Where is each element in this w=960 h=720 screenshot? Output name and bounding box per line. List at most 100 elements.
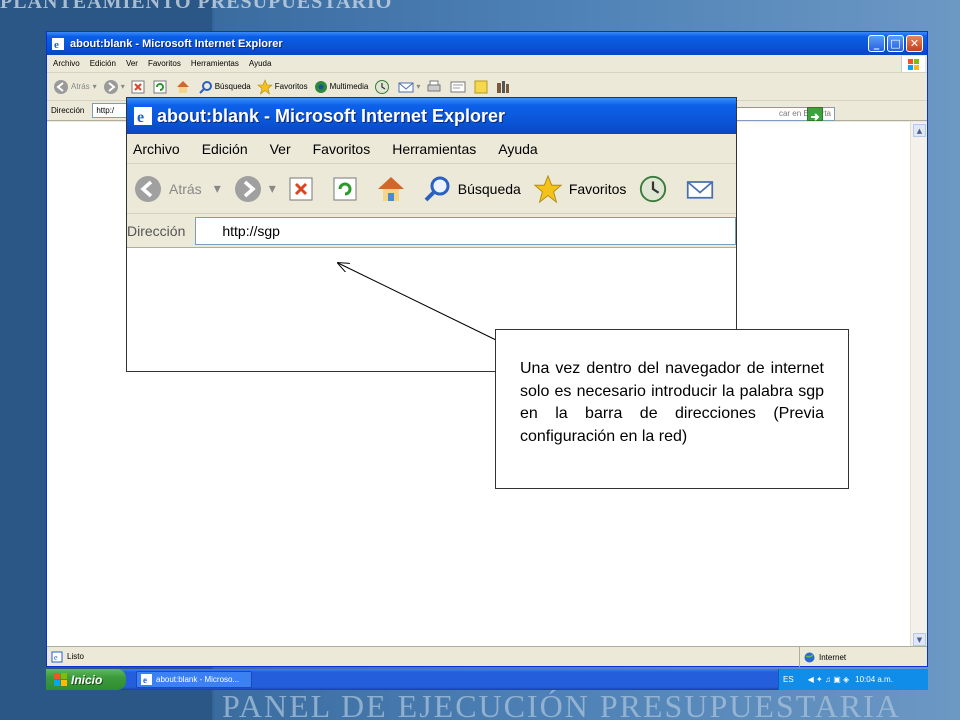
zoom-menu-ayuda[interactable]: Ayuda [498, 141, 537, 157]
close-button[interactable]: ✕ [906, 35, 923, 52]
zoom-home-button[interactable] [376, 175, 412, 203]
zoom-mail-button[interactable] [686, 176, 720, 202]
zoom-back-button[interactable]: Atrás ▾ [133, 174, 221, 204]
zoom-history-icon [640, 175, 667, 202]
menu-bar: Archivo Edición Ver Favoritos Herramient… [47, 55, 927, 73]
back-button[interactable]: Atrás ▾ [53, 79, 97, 95]
zoom-menu-herramientas[interactable]: Herramientas [392, 141, 476, 157]
edit-icon [450, 81, 466, 92]
status-text: Listo [67, 652, 84, 661]
menu-favoritos[interactable]: Favoritos [148, 59, 181, 68]
system-tray: ES ◀ ✦ ♫ ▣ ◈ 10:04 a.m. [778, 669, 928, 690]
zoom-refresh-icon [333, 177, 357, 200]
zone-indicator: Internet [799, 647, 846, 667]
forward-button[interactable]: ▾ [103, 79, 125, 95]
messenger-button[interactable] [474, 80, 490, 94]
print-button[interactable] [426, 80, 444, 94]
vertical-scrollbar[interactable]: ▲ ▼ [910, 122, 927, 648]
refresh-icon [153, 80, 167, 93]
zoom-menu-favoritos[interactable]: Favoritos [313, 141, 371, 157]
zoom-address-bar: Dirección http://sgp [127, 214, 736, 248]
address-label: Dirección [51, 106, 85, 115]
history-icon [375, 79, 390, 94]
scroll-up-icon[interactable]: ▲ [913, 124, 926, 137]
zoom-menu-bar: Archivo Edición Ver Favoritos Herramient… [127, 134, 736, 164]
zoom-back-arrow-icon [135, 175, 161, 202]
window-title: about:blank - Microsoft Internet Explore… [70, 37, 283, 50]
refresh-button[interactable] [153, 80, 169, 94]
zoom-window-title: about:blank - Microsoft Internet Explore… [157, 105, 506, 126]
zoom-menu-edicion[interactable]: Edición [202, 141, 248, 157]
zoom-refresh-button[interactable] [332, 176, 364, 202]
zoom-mail-icon [687, 180, 714, 199]
page-status-icon: e [51, 651, 63, 662]
menu-archivo[interactable]: Archivo [53, 59, 80, 68]
taskbar-ie-button[interactable]: e about:blank - Microso... [136, 671, 252, 688]
tray-icons[interactable]: ◀ ✦ ♫ ▣ ◈ [808, 675, 849, 684]
maximize-button[interactable]: □ [887, 35, 904, 52]
zoom-stop-button[interactable] [288, 176, 320, 202]
clock: 10:04 a.m. [855, 675, 893, 684]
home-button[interactable] [175, 80, 193, 94]
zoom-forward-dropdown-icon[interactable]: ▾ [269, 180, 276, 197]
research-icon [497, 80, 510, 93]
windows-logo-icon [901, 56, 925, 72]
zoom-back-dropdown-icon[interactable]: ▾ [214, 180, 221, 197]
search-icon [198, 80, 212, 94]
menu-edicion[interactable]: Edición [90, 59, 116, 68]
svg-text:e: e [143, 675, 147, 685]
zoom-stop-icon [289, 177, 313, 200]
research-button[interactable] [496, 80, 512, 94]
language-indicator[interactable]: ES [783, 675, 794, 684]
menu-herramientas[interactable]: Herramientas [191, 59, 239, 68]
zoom-menu-ver[interactable]: Ver [270, 141, 291, 157]
zoom-favorites-button[interactable]: Favoritos [533, 174, 626, 204]
windows-flag-icon [54, 673, 67, 686]
zoom-forward-button[interactable]: ▾ [233, 174, 276, 204]
svg-text:e: e [54, 653, 58, 662]
stop-button[interactable] [131, 80, 147, 94]
zoom-address-label: Dirección [127, 222, 186, 239]
star-icon [256, 78, 273, 95]
favorites-button[interactable]: Favoritos [256, 78, 308, 95]
svg-text:e: e [137, 109, 144, 126]
stop-icon [131, 80, 145, 93]
mail-button[interactable]: ▾ [398, 80, 420, 94]
multimedia-icon [314, 80, 327, 93]
printer-icon [427, 80, 441, 91]
slide-footer-text: PANEL DE EJECUCIÓN PRESUPUESTARIA [222, 688, 901, 720]
menu-ver[interactable]: Ver [126, 59, 138, 68]
go-button[interactable] [807, 107, 823, 121]
multimedia-button[interactable]: Multimedia [314, 80, 368, 94]
back-dropdown-icon[interactable]: ▾ [93, 82, 97, 91]
edit-button[interactable] [450, 80, 468, 94]
svg-text:e: e [54, 39, 59, 51]
forward-dropdown-icon[interactable]: ▾ [121, 82, 125, 91]
scroll-down-icon[interactable]: ▼ [913, 633, 926, 646]
menu-ayuda[interactable]: Ayuda [249, 59, 272, 68]
ie-logo-icon: e [52, 37, 64, 51]
start-button[interactable]: Inicio [46, 669, 126, 690]
search-button[interactable]: Búsqueda [198, 80, 251, 94]
zoom-forward-arrow-icon [234, 175, 261, 202]
history-button[interactable] [374, 79, 392, 95]
zoom-ie-logo-icon: e [134, 107, 152, 126]
slide-header-text: PLANTEAMIENTO PRESUPUESTARIO [0, 0, 393, 13]
minimize-button[interactable]: _ [868, 35, 885, 52]
zoom-search-icon [424, 176, 450, 201]
zoom-menu-archivo[interactable]: Archivo [133, 141, 180, 157]
callout-text: Una vez dentro del navegador de internet… [520, 360, 824, 446]
mail-icon [398, 82, 414, 92]
zoom-home-icon [377, 176, 404, 201]
forward-arrow-icon [103, 79, 118, 94]
status-bar: e Listo Internet [47, 646, 927, 667]
back-arrow-icon [54, 79, 68, 94]
mail-dropdown-icon[interactable]: ▾ [416, 82, 420, 91]
zoom-search-button[interactable]: Búsqueda [424, 175, 521, 203]
note-icon [474, 80, 488, 93]
zoom-history-button[interactable] [638, 174, 674, 204]
taskbar: Inicio e about:blank - Microso... ES ◀ ✦… [46, 669, 928, 690]
instruction-callout: Una vez dentro del navegador de internet… [495, 329, 849, 489]
title-bar[interactable]: e about:blank - Microsoft Internet Explo… [47, 32, 927, 55]
zoom-address-input[interactable]: http://sgp [195, 216, 736, 245]
